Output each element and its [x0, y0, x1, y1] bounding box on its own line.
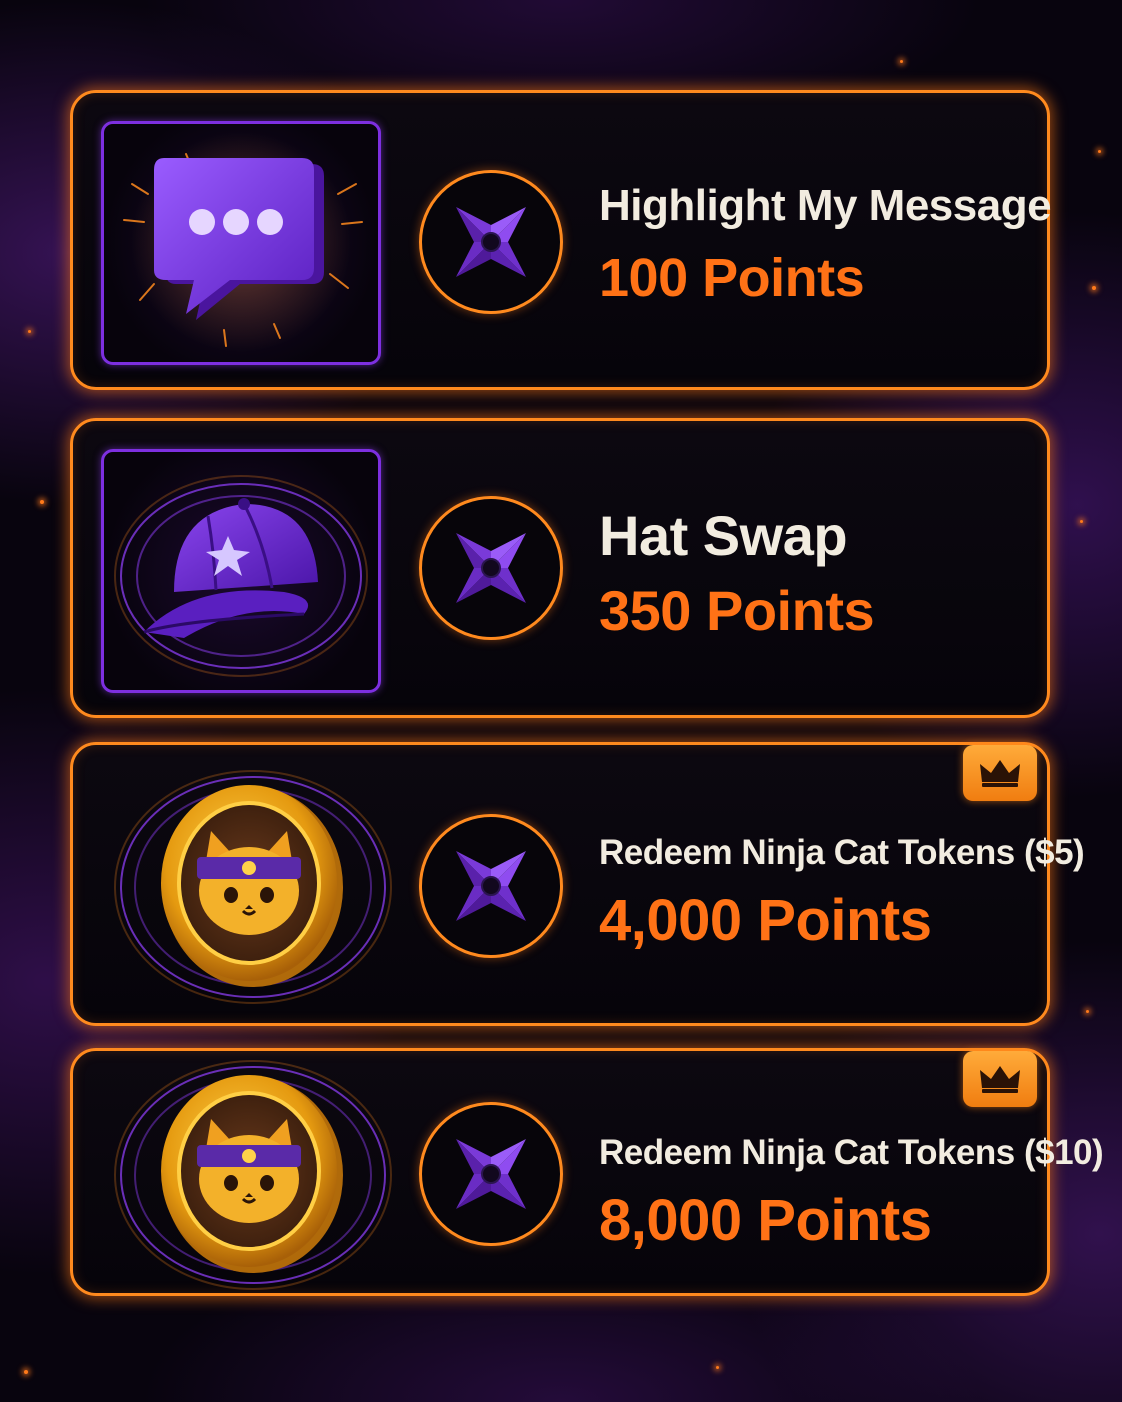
shuriken-badge — [419, 814, 563, 958]
reward-image-frame — [103, 1051, 403, 1299]
reward-text: Highlight My Message 100 Points — [599, 181, 1052, 309]
ember-spark — [28, 330, 31, 333]
reward-image-frame — [101, 449, 381, 693]
reward-text: Redeem Ninja Cat Tokens ($10) 8,000 Poin… — [599, 1133, 1104, 1254]
reward-title: Redeem Ninja Cat Tokens ($10) — [599, 1133, 1104, 1172]
reward-card-highlight-message[interactable]: Highlight My Message 100 Points — [70, 90, 1052, 390]
chat-bubble-icon — [123, 132, 363, 352]
reward-title: Hat Swap — [599, 504, 848, 567]
shuriken-icon — [456, 533, 526, 603]
reward-points: 4,000 Points — [599, 888, 932, 953]
ember-spark — [24, 1370, 28, 1374]
premium-badge — [963, 1051, 1037, 1107]
reward-title: Redeem Ninja Cat Tokens ($5) — [599, 833, 1085, 872]
ember-spark — [716, 1366, 719, 1369]
crown-icon — [980, 1066, 1020, 1093]
shuriken-badge — [419, 170, 563, 314]
shuriken-icon — [456, 851, 526, 921]
reward-points: 100 Points — [599, 248, 865, 308]
reward-points: 350 Points — [599, 579, 875, 642]
ember-spark — [1080, 520, 1083, 523]
shuriken-icon — [456, 1139, 526, 1209]
crown-icon — [980, 760, 1020, 787]
reward-image-frame — [101, 121, 381, 365]
reward-text: Redeem Ninja Cat Tokens ($5) 4,000 Point… — [599, 833, 1085, 954]
ninja-cat-coin-icon — [114, 1060, 392, 1290]
shuriken-badge — [419, 1102, 563, 1246]
reward-image-frame — [103, 755, 403, 1019]
ember-spark — [1098, 150, 1101, 153]
ember-spark — [1092, 286, 1096, 290]
reward-card-hat-swap[interactable]: Hat Swap 350 Points — [70, 418, 1050, 718]
reward-points: 8,000 Points — [599, 1188, 932, 1253]
ember-spark — [40, 500, 44, 504]
cap-icon — [114, 475, 368, 677]
ninja-cat-coin-icon — [114, 770, 392, 1004]
reward-text: Hat Swap 350 Points — [599, 503, 1035, 643]
ember-spark — [1086, 1010, 1089, 1013]
shuriken-badge — [419, 496, 563, 640]
reward-title: Highlight My Message — [599, 181, 1052, 230]
reward-card-ninja-cat-tokens-10[interactable]: Redeem Ninja Cat Tokens ($10) 8,000 Poin… — [70, 1048, 1104, 1299]
shuriken-icon — [456, 207, 526, 277]
reward-card-ninja-cat-tokens-5[interactable]: Redeem Ninja Cat Tokens ($5) 4,000 Point… — [70, 742, 1085, 1026]
premium-badge — [963, 745, 1037, 801]
ember-spark — [900, 60, 903, 63]
